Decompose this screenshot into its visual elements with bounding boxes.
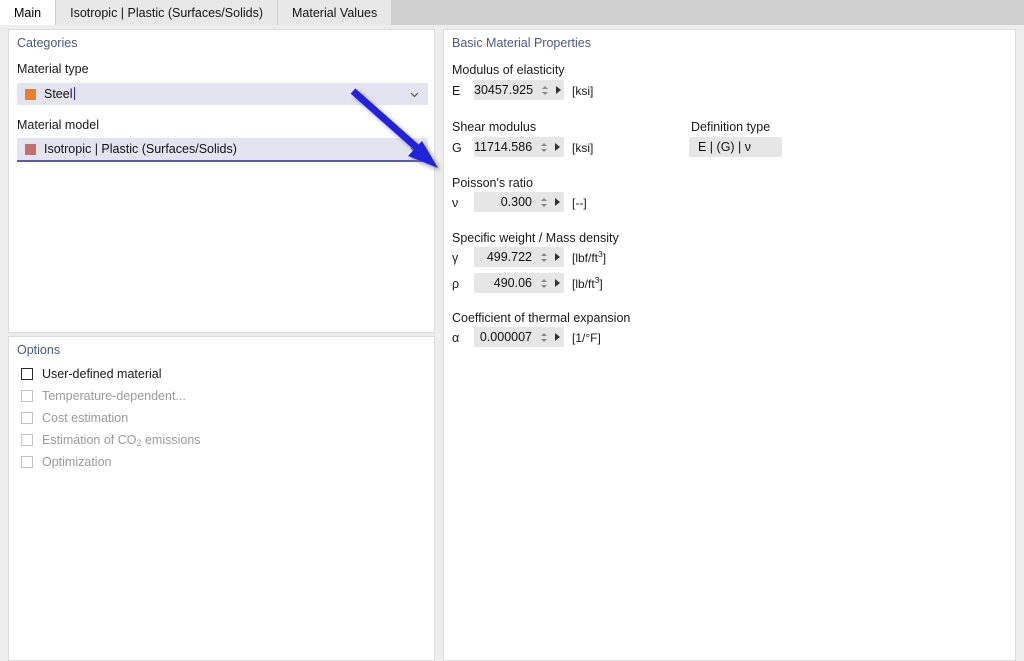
spinner-updown-icon[interactable] xyxy=(539,82,550,98)
checkbox-temperature-dependent: Temperature-dependent... xyxy=(21,388,186,404)
tab-main[interactable]: Main xyxy=(0,0,56,25)
mass-density-input[interactable]: 490.06 xyxy=(474,273,564,293)
coefficient-thermal-expansion-unit: [1/°F] xyxy=(572,331,601,345)
chevron-down-icon[interactable] xyxy=(410,145,419,154)
basic-panel-title: Basic Material Properties xyxy=(452,36,591,50)
checkbox-label: User-defined material xyxy=(42,367,162,381)
poissons-ratio-input[interactable]: 0.300 xyxy=(474,192,564,212)
tab-isotropic-plastic-label: Isotropic | Plastic (Surfaces/Solids) xyxy=(70,5,263,20)
text-cursor xyxy=(73,87,75,100)
mass-density-symbol: ρ xyxy=(452,277,460,291)
poissons-ratio-label: Poisson's ratio xyxy=(452,176,533,190)
modulus-of-elasticity-symbol: E xyxy=(452,84,461,98)
tab-bar-filler xyxy=(391,0,1024,25)
expand-triangle-icon[interactable] xyxy=(551,143,564,151)
tab-bar: Main Isotropic | Plastic (Surfaces/Solid… xyxy=(0,0,1024,25)
checkbox-box xyxy=(21,456,33,468)
checkbox-cost-estimation: Cost estimation xyxy=(21,410,128,426)
modulus-of-elasticity-value: 30457.925 xyxy=(474,83,534,97)
tab-material-values[interactable]: Material Values xyxy=(277,0,392,25)
tab-main-label: Main xyxy=(14,5,42,20)
modulus-of-elasticity-input[interactable]: 30457.925 xyxy=(474,80,564,100)
material-type-label: Material type xyxy=(17,62,89,76)
checkbox-co2-emissions: Estimation of CO2 emissions xyxy=(21,432,201,448)
definition-type-label: Definition type xyxy=(691,120,771,134)
spinner-updown-icon[interactable] xyxy=(538,194,549,210)
specific-weight-symbol: γ xyxy=(452,251,459,265)
categories-panel-title: Categories xyxy=(17,36,78,50)
poissons-ratio-symbol: ν xyxy=(452,196,459,210)
tab-material-values-label: Material Values xyxy=(292,5,378,20)
modulus-of-elasticity-label: Modulus of elasticity xyxy=(452,63,565,77)
spinner-updown-icon[interactable] xyxy=(538,139,549,155)
workspace: Categories Material type Steel Material … xyxy=(0,25,1024,661)
material-model-combobox[interactable]: Isotropic | Plastic (Surfaces/Solids) xyxy=(17,138,428,162)
poissons-ratio-value: 0.300 xyxy=(500,195,532,209)
chevron-down-icon[interactable] xyxy=(410,90,419,99)
checkbox-box xyxy=(21,390,33,402)
expand-triangle-icon[interactable] xyxy=(551,279,564,287)
spinner-updown-icon[interactable] xyxy=(538,275,549,291)
coefficient-thermal-expansion-label: Coefficient of thermal expansion xyxy=(452,311,631,325)
specific-weight-value: 499.722 xyxy=(486,250,532,264)
specific-weight-unit: [lbf/ft3] xyxy=(572,249,607,265)
expand-triangle-icon[interactable] xyxy=(551,198,564,206)
checkbox-label: Cost estimation xyxy=(42,411,129,425)
material-model-label: Material model xyxy=(17,118,99,132)
material-type-value: Steel xyxy=(44,87,75,101)
checkbox-label: Estimation of CO2 emissions xyxy=(42,433,201,448)
checkbox-user-defined-material[interactable]: User-defined material xyxy=(21,366,162,382)
checkbox-box[interactable] xyxy=(21,368,33,380)
expand-triangle-icon[interactable] xyxy=(552,86,565,94)
poissons-ratio-unit: [--] xyxy=(572,196,587,210)
shear-modulus-input[interactable]: 11714.586 xyxy=(474,137,564,157)
modulus-of-elasticity-unit: [ksi] xyxy=(572,84,594,98)
shear-modulus-value: 11714.586 xyxy=(474,140,533,154)
coefficient-thermal-expansion-input[interactable]: 0.000007 xyxy=(474,327,564,347)
basic-material-properties-panel: Basic Material Properties Modulus of ela… xyxy=(443,29,1016,661)
specific-weight-input[interactable]: 499.722 xyxy=(474,247,564,267)
categories-panel: Categories Material type Steel Material … xyxy=(8,29,435,333)
material-model-value: Isotropic | Plastic (Surfaces/Solids) xyxy=(44,142,237,156)
shear-modulus-unit: [ksi] xyxy=(572,141,594,155)
checkbox-label: Optimization xyxy=(42,455,112,469)
shear-modulus-symbol: G xyxy=(452,141,462,155)
coefficient-thermal-expansion-value: 0.000007 xyxy=(479,330,532,344)
tab-isotropic-plastic[interactable]: Isotropic | Plastic (Surfaces/Solids) xyxy=(55,0,277,25)
specific-weight-mass-density-label: Specific weight / Mass density xyxy=(452,231,619,245)
material-type-color-swatch xyxy=(25,88,36,100)
definition-type-field[interactable]: E | (G) | ν xyxy=(689,137,782,157)
spinner-updown-icon[interactable] xyxy=(538,329,549,345)
definition-type-value: E | (G) | ν xyxy=(698,140,752,154)
spinner-updown-icon[interactable] xyxy=(538,249,549,265)
material-type-combobox[interactable]: Steel xyxy=(17,83,428,105)
checkbox-box xyxy=(21,434,33,446)
mass-density-unit: [lb/ft3] xyxy=(572,275,603,291)
coefficient-thermal-expansion-symbol: α xyxy=(452,331,460,345)
expand-triangle-icon[interactable] xyxy=(551,253,564,261)
checkbox-optimization: Optimization xyxy=(21,454,111,470)
shear-modulus-label: Shear modulus xyxy=(452,120,537,134)
checkbox-label: Temperature-dependent... xyxy=(42,389,186,403)
material-model-color-swatch xyxy=(25,143,36,155)
options-panel-title: Options xyxy=(17,343,61,357)
options-panel: Options User-defined material Temperatur… xyxy=(8,336,435,661)
expand-triangle-icon[interactable] xyxy=(551,333,564,341)
checkbox-box xyxy=(21,412,33,424)
mass-density-value: 490.06 xyxy=(493,276,532,290)
